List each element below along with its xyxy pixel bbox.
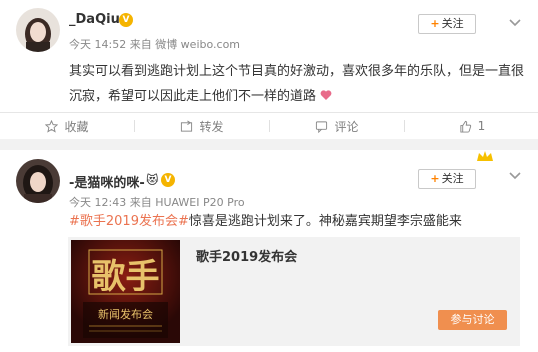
action-bar: 收藏 转发 评论 1 xyxy=(0,112,538,139)
plus-icon: + xyxy=(430,172,440,185)
comment-button[interactable]: 评论 xyxy=(270,113,404,139)
like-button[interactable]: 1 xyxy=(405,113,538,139)
join-discussion-button[interactable]: 参与讨论 xyxy=(438,310,507,330)
comment-label: 评论 xyxy=(334,119,359,134)
post-text-line-2: 沉寂，希望可以因此走上他们不一样的道路 xyxy=(69,84,529,109)
username[interactable]: -是猫咪的咪- xyxy=(69,172,145,191)
post-text-line-2-content: 沉寂，希望可以因此走上他们不一样的道路 xyxy=(69,89,317,104)
plus-icon: + xyxy=(430,17,440,30)
repost-icon xyxy=(181,120,193,132)
like-count: 1 xyxy=(477,119,486,133)
verified-badge-icon: V xyxy=(161,173,175,187)
favorite-label: 收藏 xyxy=(64,119,89,134)
star-icon xyxy=(45,119,59,133)
heart-icon xyxy=(320,90,332,100)
crown-icon xyxy=(477,151,493,161)
poster-title: 歌手 xyxy=(92,257,160,297)
hashtag-link[interactable]: #歌手2019发布会# xyxy=(69,214,189,229)
comment-icon xyxy=(316,120,328,133)
topic-card[interactable]: 歌手 新闻发布会 歌手2019发布会 参与讨论 xyxy=(68,237,520,346)
post-meta: 今天 12:43 来自 HUAWEI P20 Pro xyxy=(69,196,245,209)
follow-label: 关注 xyxy=(441,17,464,30)
chevron-down-icon[interactable] xyxy=(506,167,524,185)
post-text: #歌手2019发布会#惊喜是逃跑计划来了。神秘嘉宾期望李宗盛能来 xyxy=(69,209,529,234)
poster-subtitle: 新闻发布会 xyxy=(98,307,153,321)
topic-title: 歌手2019发布会 xyxy=(196,250,298,265)
follow-button[interactable]: + 关注 xyxy=(418,169,476,189)
topic-poster-image: 歌手 新闻发布会 xyxy=(71,240,180,343)
repost-button[interactable]: 转发 xyxy=(135,113,269,139)
username[interactable]: _DaQiu xyxy=(69,12,120,27)
repost-label: 转发 xyxy=(199,119,224,134)
avatar[interactable] xyxy=(16,159,60,203)
thumbs-up-icon xyxy=(460,120,471,133)
avatar[interactable] xyxy=(16,8,60,52)
post-text-content: 惊喜是逃跑计划来了。神秘嘉宾期望李宗盛能来 xyxy=(188,214,462,229)
chevron-down-icon[interactable] xyxy=(506,14,524,32)
post-card-2: -是猫咪的咪- 😻 V 今天 12:43 来自 HUAWEI P20 Pro +… xyxy=(0,150,538,352)
post-card-1: _DaQiu V 今天 14:52 来自 微博 weibo.com + 关注 其实… xyxy=(0,0,538,139)
post-text-line-1: 其实可以看到逃跑计划上这个节目真的好激动，喜欢很多年的乐队，但是一直很 xyxy=(69,64,525,79)
post-meta: 今天 14:52 来自 微博 weibo.com xyxy=(69,38,241,51)
verified-badge-icon: V xyxy=(119,13,133,27)
cat-emoji-icon: 😻 xyxy=(146,173,159,187)
favorite-button[interactable]: 收藏 xyxy=(0,113,134,139)
follow-button[interactable]: + 关注 xyxy=(418,14,476,34)
post-text: 其实可以看到逃跑计划上这个节目真的好激动，喜欢很多年的乐队，但是一直很 沉寂，希… xyxy=(69,59,529,109)
follow-label: 关注 xyxy=(441,172,464,185)
